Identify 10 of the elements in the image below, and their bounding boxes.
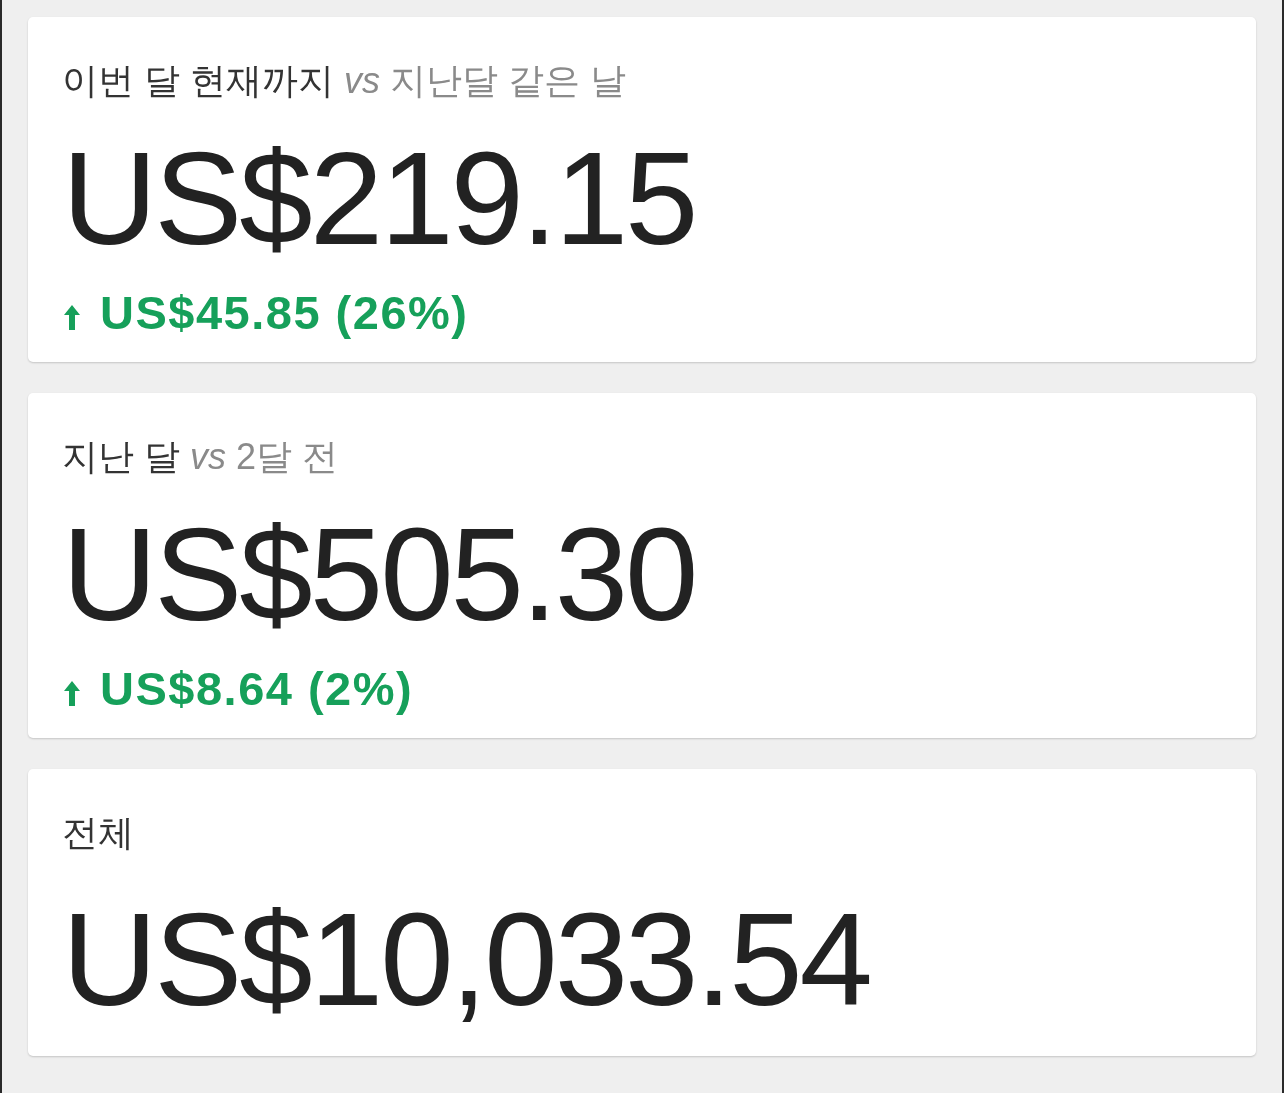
- amount-value: US$505.30: [62, 509, 696, 641]
- up-arrow-icon: [64, 681, 80, 706]
- card-title: 지난 달 vs 2달 전: [62, 436, 339, 477]
- card-title: 전체: [62, 812, 134, 853]
- change-value: US$45.85 (26%): [100, 285, 469, 340]
- card-title: 이번 달 현재까지 vs 지난달 같은 날: [62, 60, 627, 101]
- amount-value: US$10,033.54: [62, 894, 870, 1026]
- up-arrow-icon: [64, 305, 80, 330]
- change-value: US$8.64 (2%): [100, 661, 414, 716]
- amount-value: US$219.15: [62, 133, 696, 265]
